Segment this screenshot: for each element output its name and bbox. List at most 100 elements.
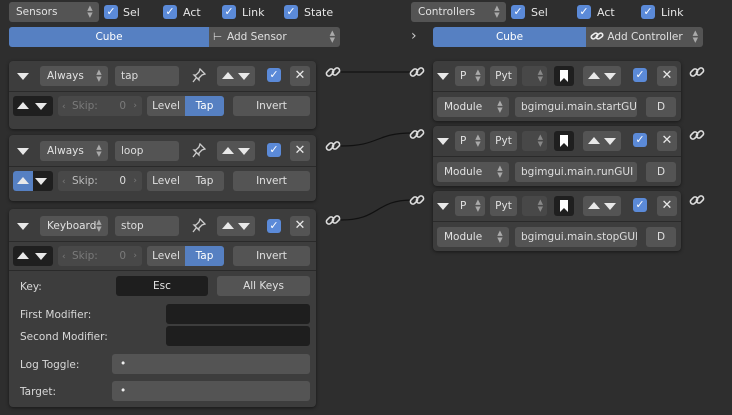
tap-button[interactable]: Tap: [185, 246, 224, 266]
level-button[interactable]: Level: [147, 96, 185, 116]
first-modifier-label: First Modifier:: [20, 309, 92, 321]
collapse-arrow-icon[interactable]: [437, 203, 449, 210]
close-icon[interactable]: ✕: [657, 196, 677, 216]
debug-button[interactable]: D: [646, 227, 676, 247]
controller-type-label: P: [460, 135, 467, 147]
controller-priority-field[interactable]: ▲ ▼: [522, 66, 547, 86]
sensor-type-dropdown[interactable]: Always ▲ ▼: [40, 66, 108, 86]
controller-priority-field[interactable]: ▲ ▼: [522, 196, 547, 216]
close-icon[interactable]: ✕: [657, 131, 677, 151]
collapse-arrow-icon[interactable]: [17, 73, 29, 80]
controller-module-field[interactable]: bgimgui.main.runGUI: [515, 162, 637, 182]
pulse-toggle-button[interactable]: [13, 96, 53, 116]
controller-lang-button[interactable]: Pyt: [490, 66, 517, 86]
target-field[interactable]: •: [112, 381, 310, 401]
sensor-type-dropdown[interactable]: Always ▲ ▼: [40, 141, 108, 161]
debug-button[interactable]: D: [646, 162, 676, 182]
move-updown-button[interactable]: [583, 66, 621, 86]
collapse-arrow-icon[interactable]: [17, 148, 29, 155]
chevron-updown-icon: ▲ ▼: [537, 68, 543, 83]
move-updown-button[interactable]: [583, 131, 621, 151]
skip-right-arrow: ›: [133, 176, 137, 186]
level-button[interactable]: Level: [147, 246, 185, 266]
collapse-arrow-icon[interactable]: [437, 138, 449, 145]
close-icon[interactable]: ✕: [290, 141, 310, 161]
close-icon[interactable]: ✕: [290, 216, 310, 236]
tap-button[interactable]: Tap: [185, 96, 224, 116]
sensor-name-field[interactable]: tap: [115, 66, 179, 86]
sensor-type-dropdown[interactable]: Keyboard ▲ ▼: [40, 216, 108, 236]
controller-input-link-icon[interactable]: [409, 192, 425, 208]
move-updown-button[interactable]: [583, 196, 621, 216]
divider: [9, 270, 316, 271]
sensor-active-checkbox[interactable]: ✓: [267, 143, 281, 157]
controller-input-link-icon[interactable]: [409, 64, 425, 80]
sensor-link-icon[interactable]: [325, 138, 341, 154]
sensor-active-checkbox[interactable]: ✓: [267, 68, 281, 82]
sensor-link-icon[interactable]: [325, 64, 341, 80]
controller-priority-field[interactable]: ▲ ▼: [522, 131, 547, 151]
controller-active-checkbox[interactable]: ✓: [633, 68, 647, 82]
chevron-updown-icon: ▲ ▼: [497, 164, 503, 179]
controller-mode-dropdown[interactable]: Module ▲ ▼: [437, 162, 509, 182]
tap-button[interactable]: Tap: [185, 171, 224, 191]
controller-mode-dropdown[interactable]: Module ▲ ▼: [437, 97, 509, 117]
bookmark-icon[interactable]: [554, 196, 574, 216]
controller-output-link-icon[interactable]: [689, 192, 705, 208]
move-updown-button[interactable]: [217, 141, 255, 161]
invert-button[interactable]: Invert: [233, 246, 310, 266]
target-label: Target:: [20, 386, 57, 398]
level-button[interactable]: Level: [147, 171, 185, 191]
pulse-false-icon: [35, 103, 47, 110]
chevron-updown-icon: ▲ ▼: [96, 68, 102, 83]
pulse-toggle-button[interactable]: [13, 171, 53, 191]
divider: [9, 91, 316, 92]
controller-type-dropdown[interactable]: P ▲ ▼: [455, 66, 485, 86]
pin-icon[interactable]: [192, 143, 206, 159]
second-modifier-field[interactable]: [166, 326, 310, 346]
pin-icon[interactable]: [192, 218, 206, 234]
sensor-link-icon[interactable]: [325, 212, 341, 228]
controller-input-link-icon[interactable]: [409, 126, 425, 142]
controller-lang-button[interactable]: Pyt: [490, 131, 517, 151]
move-down-icon: [238, 73, 250, 80]
skip-field[interactable]: ‹ Skip: 0 ›: [58, 171, 142, 191]
chevron-updown-icon: ▲ ▼: [537, 198, 543, 213]
close-icon[interactable]: ✕: [657, 66, 677, 86]
controller-module-field[interactable]: bgimgui.main.stopGUI: [515, 227, 637, 247]
debug-button[interactable]: D: [646, 97, 676, 117]
skip-field[interactable]: ‹ Skip: 0 ›: [58, 246, 142, 266]
controller-active-checkbox[interactable]: ✓: [633, 198, 647, 212]
bookmark-icon[interactable]: [554, 131, 574, 151]
sensor-name-field[interactable]: loop: [115, 141, 179, 161]
sensor-name-field[interactable]: stop: [115, 216, 179, 236]
chevron-updown-icon: ▲ ▼: [497, 229, 503, 244]
move-updown-button[interactable]: [217, 66, 255, 86]
sensor-active-checkbox[interactable]: ✓: [267, 219, 281, 233]
controller-type-dropdown[interactable]: P ▲ ▼: [455, 131, 485, 151]
controller-lang-button[interactable]: Pyt: [490, 196, 517, 216]
controller-module-field[interactable]: bgimgui.main.startGUI: [515, 97, 637, 117]
skip-left-arrow: ‹: [62, 177, 66, 187]
move-updown-button[interactable]: [217, 216, 255, 236]
all-keys-button[interactable]: All Keys: [217, 276, 310, 296]
controller-output-link-icon[interactable]: [689, 64, 705, 80]
controller-mode-dropdown[interactable]: Module ▲ ▼: [437, 227, 509, 247]
controller-active-checkbox[interactable]: ✓: [633, 133, 647, 147]
bookmark-icon[interactable]: [554, 66, 574, 86]
log-toggle-field[interactable]: •: [112, 354, 310, 374]
invert-button[interactable]: Invert: [233, 96, 310, 116]
collapse-arrow-icon[interactable]: [437, 73, 449, 80]
skip-label: Skip:: [71, 175, 98, 187]
controller-output-link-icon[interactable]: [689, 127, 705, 143]
chevron-updown-icon: ▲ ▼: [475, 198, 481, 213]
pulse-toggle-button[interactable]: [13, 246, 53, 266]
key-field[interactable]: Esc: [116, 276, 208, 296]
first-modifier-field[interactable]: [166, 304, 310, 324]
invert-button[interactable]: Invert: [233, 171, 310, 191]
collapse-arrow-icon[interactable]: [17, 223, 29, 230]
skip-field[interactable]: ‹ Skip: 0 ›: [58, 96, 142, 116]
pin-icon[interactable]: [192, 68, 206, 84]
close-icon[interactable]: ✕: [290, 66, 310, 86]
controller-type-dropdown[interactable]: P ▲ ▼: [455, 196, 485, 216]
